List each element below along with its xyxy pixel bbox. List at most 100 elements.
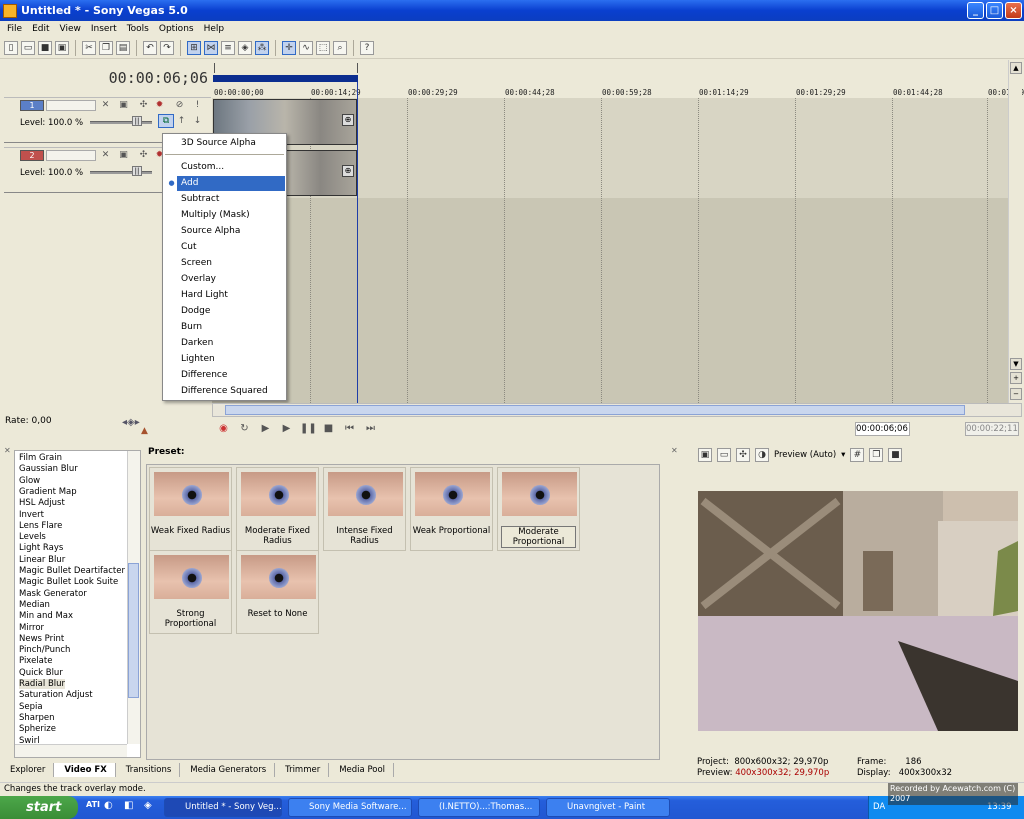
child-arrow-icon[interactable]: ↓ (192, 116, 203, 127)
fx-list-item[interactable]: Light Rays (19, 543, 63, 553)
track-name-field[interactable] (46, 100, 96, 111)
language-indicator[interactable]: DA (873, 802, 885, 812)
menu-item-difference[interactable]: Difference (163, 368, 286, 383)
quicklaunch-icon[interactable]: ◧ (124, 800, 133, 811)
mute-icon[interactable]: ✕ (100, 100, 111, 111)
settings-gear-icon[interactable]: ✹ (154, 100, 165, 111)
task-sony-vegas[interactable]: Untitled * - Sony Veg... (164, 798, 282, 817)
scroll-down-button[interactable]: ▼ (1010, 358, 1022, 370)
fx-list-item[interactable]: Mask Generator (19, 589, 87, 599)
cursor-position-field[interactable]: 00:00:06;06 (855, 422, 910, 436)
tab-transitions[interactable]: Transitions (116, 762, 181, 777)
fx-list-item[interactable]: Gradient Map (19, 487, 77, 497)
fx-list-item[interactable]: Saturation Adjust (19, 690, 93, 700)
fx-list-item[interactable]: Linear Blur (19, 555, 65, 565)
task-sony-media-software[interactable]: Sony Media Software... (288, 798, 412, 817)
clip-fx-icon[interactable]: ⊕ (342, 165, 354, 177)
task-chat-window[interactable]: (I.NETTO)...:Thomas... (418, 798, 540, 817)
split-screen-icon[interactable]: ◑ (755, 448, 769, 462)
panel-close-icon[interactable]: ✕ (4, 446, 11, 455)
track-level-slider[interactable] (90, 121, 152, 124)
whats-this-help-icon[interactable]: ? (360, 40, 374, 55)
menu-item-darken[interactable]: Darken (163, 336, 286, 351)
preset-thumbnail[interactable]: Intense Fixed Radius (323, 467, 406, 551)
menu-item-burn[interactable]: Burn (163, 320, 286, 335)
menu-item-hard-light[interactable]: Hard Light (163, 288, 286, 303)
snapping-icon[interactable]: ⊞ (187, 40, 201, 55)
fx-list-item[interactable]: Spherize (19, 724, 56, 734)
overlays-grid-icon[interactable]: # (850, 448, 865, 462)
menu-help[interactable]: Help (199, 24, 230, 34)
tab-video-fx[interactable]: Video FX (54, 762, 116, 777)
fx-list-item[interactable]: Glow (19, 476, 40, 486)
menu-view[interactable]: View (55, 24, 86, 34)
preview-track-motion-icon[interactable]: ✣ (736, 448, 750, 462)
slider-knob[interactable]: || (132, 166, 142, 176)
zoom-out-icon[interactable]: − (1010, 388, 1022, 400)
menu-file[interactable]: File (2, 24, 27, 34)
preset-thumbnail[interactable]: Strong Proportional (149, 550, 232, 634)
menu-edit[interactable]: Edit (27, 24, 54, 34)
menu-insert[interactable]: Insert (86, 24, 122, 34)
auto-ripple-icon[interactable]: ≡ (221, 40, 235, 55)
menu-item-cut[interactable]: Cut (163, 240, 286, 255)
undo-icon[interactable]: ↶ (143, 40, 157, 55)
record-icon[interactable]: ◉ (216, 421, 231, 436)
menu-item-dodge[interactable]: Dodge (163, 304, 286, 319)
playhead-cursor[interactable] (357, 82, 358, 403)
fx-list-item[interactable]: Pinch/Punch (19, 645, 70, 655)
rate-slider[interactable]: ◂◈▸ (122, 417, 140, 428)
track-level-slider[interactable] (90, 171, 152, 174)
play-icon[interactable]: ▶ (279, 421, 294, 436)
fx-list-item[interactable]: HSL Adjust (19, 498, 65, 508)
menu-tools[interactable]: Tools (122, 24, 154, 34)
rate-slider-pointer-icon[interactable]: ▲ (141, 426, 148, 436)
close-button[interactable]: × (1005, 2, 1022, 19)
timeline-vertical-scrollbar[interactable]: ▲ ▼ + − (1008, 60, 1022, 403)
menu-item-subtract[interactable]: Subtract (163, 192, 286, 207)
stop-icon[interactable]: ■ (321, 421, 336, 436)
fx-list-item[interactable]: Quick Blur (19, 668, 63, 678)
save-as-icon[interactable]: ▣ (55, 40, 69, 55)
slider-knob[interactable]: || (132, 116, 142, 126)
fx-list-item[interactable]: Radial Blur (19, 679, 66, 689)
clip-fx-icon[interactable]: ⊕ (342, 114, 354, 126)
save-snapshot-icon[interactable]: ■ (888, 448, 903, 462)
fx-list-item[interactable]: Median (19, 600, 50, 610)
fx-list-item[interactable]: Film Grain (19, 453, 62, 463)
zoom-tool-icon[interactable]: ⌕ (333, 40, 347, 55)
fx-list-item[interactable]: Gaussian Blur (19, 464, 78, 474)
tab-media-pool[interactable]: Media Pool (329, 762, 395, 777)
ati-tray-icon[interactable]: ATI (86, 800, 100, 809)
video-fx-list[interactable]: Film Grain Gaussian Blur Glow Gradient Map H… (14, 450, 141, 758)
tab-explorer[interactable]: Explorer (0, 762, 55, 777)
lock-envelopes-icon[interactable]: ◈ (238, 40, 252, 55)
menu-item-add[interactable]: Add (177, 176, 285, 191)
new-file-icon[interactable]: ▯ (4, 40, 18, 55)
fx-list-item[interactable]: Lens Flare (19, 521, 62, 531)
preview-quality-dropdown[interactable]: Preview (Auto) (774, 450, 836, 460)
selection-tool-icon[interactable]: ⬚ (316, 40, 330, 55)
maximize-button[interactable]: □ (986, 2, 1003, 19)
fx-list-item[interactable]: Magic Bullet Look Suite (19, 577, 118, 587)
menu-item-screen[interactable]: Screen (163, 256, 286, 271)
save-icon[interactable]: ■ (38, 40, 52, 55)
preset-thumbnail[interactable]: Moderate Proportional (497, 467, 580, 551)
fx-list-item[interactable]: Sharpen (19, 713, 55, 723)
copy-icon[interactable]: ❐ (99, 40, 113, 55)
fx-list-item[interactable]: News Print (19, 634, 64, 644)
solo-icon[interactable]: ⊘ (174, 100, 185, 111)
track-fx-icon[interactable]: ▣ (118, 150, 129, 161)
panel-close-icon[interactable]: ✕ (671, 446, 678, 455)
quicklaunch-icon[interactable]: ◈ (144, 800, 152, 811)
preset-thumbnail[interactable]: Reset to None (236, 550, 319, 634)
chevron-down-icon[interactable]: ▾ (841, 450, 845, 460)
auto-crossfade-icon[interactable]: ⋈ (204, 40, 218, 55)
expand-icon[interactable]: ! (192, 100, 203, 111)
cut-icon[interactable]: ✂ (82, 40, 96, 55)
tab-trimmer[interactable]: Trimmer (275, 762, 330, 777)
selection-length-field[interactable]: 00:00:22;11 (965, 422, 1019, 436)
menu-options[interactable]: Options (154, 24, 199, 34)
menu-item-3d-source-alpha[interactable]: 3D Source Alpha (163, 136, 286, 151)
paste-icon[interactable]: ▤ (116, 40, 130, 55)
